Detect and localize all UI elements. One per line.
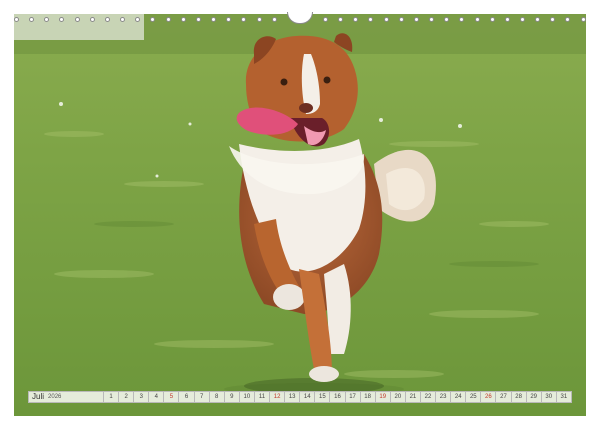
- month-label-box: Juli 2026: [28, 391, 104, 403]
- spiral-binding-icon: [14, 12, 586, 26]
- hanger-hook-icon: [286, 12, 313, 24]
- binding-ring: [520, 16, 525, 22]
- day-cell: 17: [345, 391, 361, 403]
- binding-ring: [226, 16, 232, 22]
- binding-ring: [150, 16, 156, 22]
- day-cell: 19: [375, 391, 391, 403]
- binding-ring: [413, 16, 419, 22]
- day-cell: 29: [526, 391, 542, 403]
- binding-ring: [368, 16, 374, 22]
- binding-ring: [398, 16, 404, 22]
- day-cell: 6: [179, 391, 195, 403]
- binding-ring: [29, 16, 35, 22]
- binding-ring: [580, 16, 586, 22]
- day-cell: 25: [466, 391, 482, 403]
- day-cell: 12: [270, 391, 286, 403]
- binding-ring: [271, 16, 277, 22]
- day-cell: 4: [149, 391, 165, 403]
- day-cell: 5: [164, 391, 180, 403]
- day-cell: 30: [541, 391, 557, 403]
- day-cell: 1: [104, 391, 120, 403]
- day-cells: 1 2 3 4 5 6 7 8 9 10 11 12 13 14 15 16 17 18 19 20 21 22 23 24 2…: [104, 391, 572, 403]
- binding-ring: [383, 16, 389, 22]
- day-cell: 15: [315, 391, 331, 403]
- day-cell: 10: [239, 391, 255, 403]
- binding-ring: [44, 16, 50, 22]
- day-cell: 9: [224, 391, 240, 403]
- day-cell: 2: [119, 391, 135, 403]
- dog-photo-graphic: [14, 14, 586, 416]
- calendar-page: Juli 2026 1 2 3 4 5 6 7 8 9 10 11 12 13 14 15 16 17 18 19 2…: [0, 0, 600, 432]
- day-cell: 14: [300, 391, 316, 403]
- month-name: Juli: [32, 392, 45, 401]
- dog-photo: [14, 14, 586, 416]
- binding-ring: [322, 16, 328, 22]
- binding-ring: [241, 16, 247, 22]
- binding-ring: [474, 16, 480, 22]
- binding-ring: [211, 16, 217, 22]
- binding-ring: [120, 16, 126, 22]
- day-cell: 28: [511, 391, 527, 403]
- binding-ring: [504, 16, 510, 22]
- binding-ring: [104, 16, 110, 22]
- year-label: 2026: [48, 394, 62, 400]
- binding-ring: [550, 16, 556, 22]
- binding-ring: [165, 16, 171, 22]
- binding-ring: [444, 16, 450, 22]
- binding-ring: [338, 16, 344, 22]
- day-cell: 8: [209, 391, 225, 403]
- binding-ring: [74, 16, 80, 22]
- day-cell: 13: [285, 391, 301, 403]
- calendar-date-strip: Juli 2026 1 2 3 4 5 6 7 8 9 10 11 12 13 14 15 16 17 18 19 2…: [28, 391, 572, 403]
- day-cell: 16: [330, 391, 346, 403]
- day-cell: 31: [556, 391, 572, 403]
- binding-ring: [180, 16, 186, 22]
- day-cell: 21: [405, 391, 421, 403]
- binding-ring: [59, 16, 65, 22]
- binding-ring: [429, 16, 435, 22]
- binding-ring: [535, 16, 541, 22]
- day-cell: 23: [436, 391, 452, 403]
- binding-ring: [489, 16, 495, 22]
- day-cell: 27: [496, 391, 512, 403]
- day-cell: 24: [451, 391, 467, 403]
- day-cell: 3: [134, 391, 150, 403]
- day-cell: 7: [194, 391, 210, 403]
- day-cell: 26: [481, 391, 497, 403]
- day-cell: 22: [420, 391, 437, 403]
- day-cell: 20: [390, 391, 406, 403]
- binding-ring: [256, 16, 262, 22]
- day-cell: 11: [254, 391, 271, 403]
- binding-ring: [353, 16, 359, 22]
- binding-ring: [195, 16, 201, 22]
- day-cell: 18: [360, 391, 376, 403]
- binding-ring: [89, 16, 95, 22]
- binding-ring: [135, 16, 141, 22]
- binding-ring: [459, 16, 465, 22]
- binding-ring: [14, 16, 19, 22]
- binding-ring: [565, 16, 571, 22]
